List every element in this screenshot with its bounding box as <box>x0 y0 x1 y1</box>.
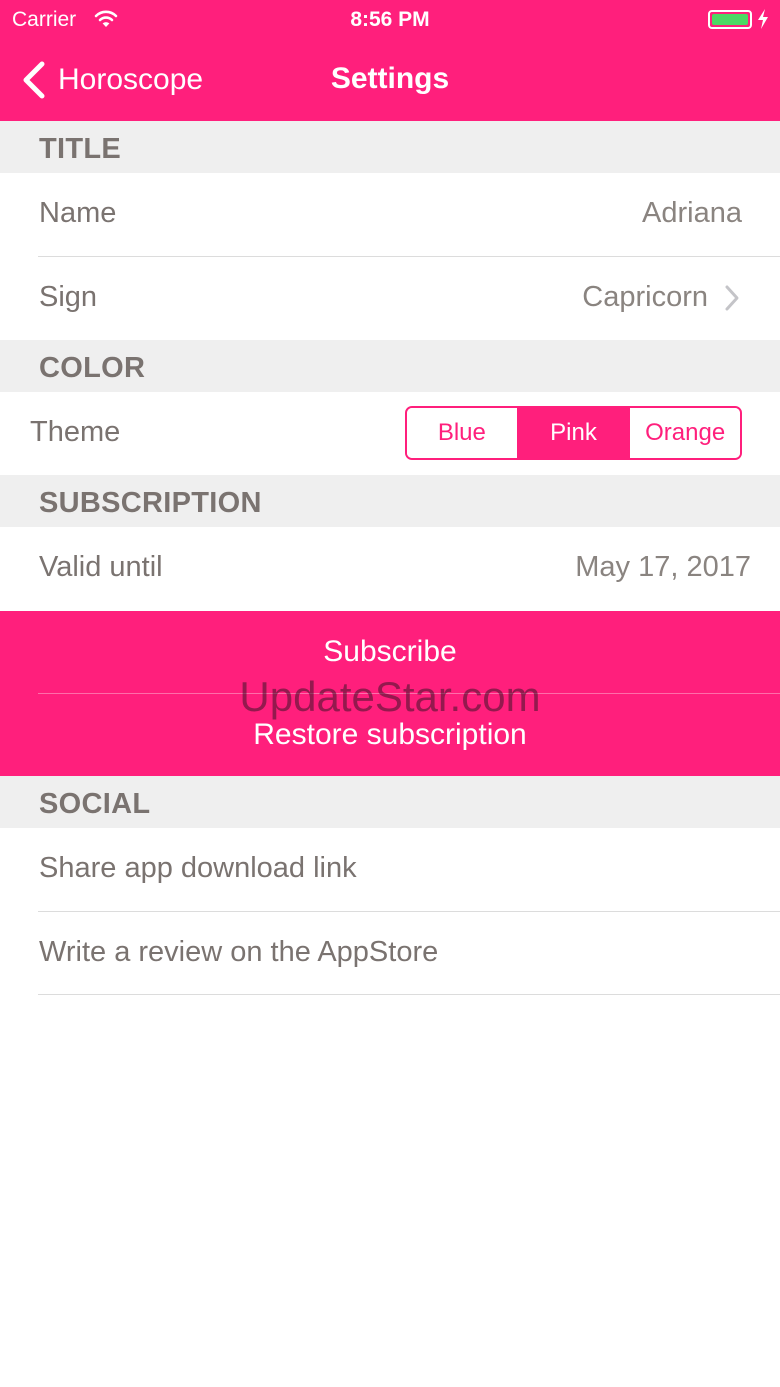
battery-icon <box>708 10 752 29</box>
sign-label: Sign <box>39 281 98 313</box>
sign-value: Capricorn <box>582 281 708 313</box>
share-app-label: Share app download link <box>39 852 357 884</box>
name-row[interactable]: Name Adriana <box>0 173 780 256</box>
theme-option-blue[interactable]: Blue <box>407 408 517 458</box>
subscription-actions: Subscribe Restore subscription UpdateSta… <box>0 611 780 776</box>
theme-row: Theme Blue Pink Orange <box>0 392 780 475</box>
theme-option-orange[interactable]: Orange <box>628 408 740 458</box>
share-app-row[interactable]: Share app download link <box>0 828 780 911</box>
valid-until-row: Valid until May 17, 2017 <box>0 527 780 610</box>
theme-option-pink[interactable]: Pink <box>516 408 629 458</box>
theme-label: Theme <box>30 416 121 448</box>
restore-subscription-button[interactable]: Restore subscription <box>0 694 780 776</box>
chevron-right-icon <box>725 285 739 311</box>
name-value: Adriana <box>642 197 742 229</box>
section-subscription-label: SUBSCRIPTION <box>39 487 262 519</box>
top-bar: Carrier 8:56 PM Horoscope Settings <box>0 0 780 121</box>
sign-row[interactable]: Sign Capricorn <box>0 257 780 340</box>
page-title: Settings <box>330 62 450 95</box>
row-separator <box>38 994 780 995</box>
name-label: Name <box>39 197 117 229</box>
status-time: 8:56 PM <box>350 8 430 31</box>
write-review-row[interactable]: Write a review on the AppStore <box>0 912 780 995</box>
theme-segmented-control: Blue Pink Orange <box>405 406 742 460</box>
section-header-color: COLOR <box>0 340 780 392</box>
status-bar: Carrier 8:56 PM <box>0 0 780 40</box>
write-review-label: Write a review on the AppStore <box>39 936 439 968</box>
section-title-label: TITLE <box>39 133 122 165</box>
section-header-subscription: SUBSCRIPTION <box>0 475 780 527</box>
bolt-icon <box>758 9 768 29</box>
valid-until-label: Valid until <box>39 551 163 583</box>
section-social-label: SOCIAL <box>39 788 151 820</box>
section-header-title: TITLE <box>0 121 780 173</box>
navigation-bar: Horoscope Settings <box>0 44 780 121</box>
section-header-social: SOCIAL <box>0 776 780 828</box>
section-color-label: COLOR <box>39 352 146 384</box>
valid-until-value: May 17, 2017 <box>575 551 751 583</box>
subscribe-button[interactable]: Subscribe <box>0 611 780 693</box>
